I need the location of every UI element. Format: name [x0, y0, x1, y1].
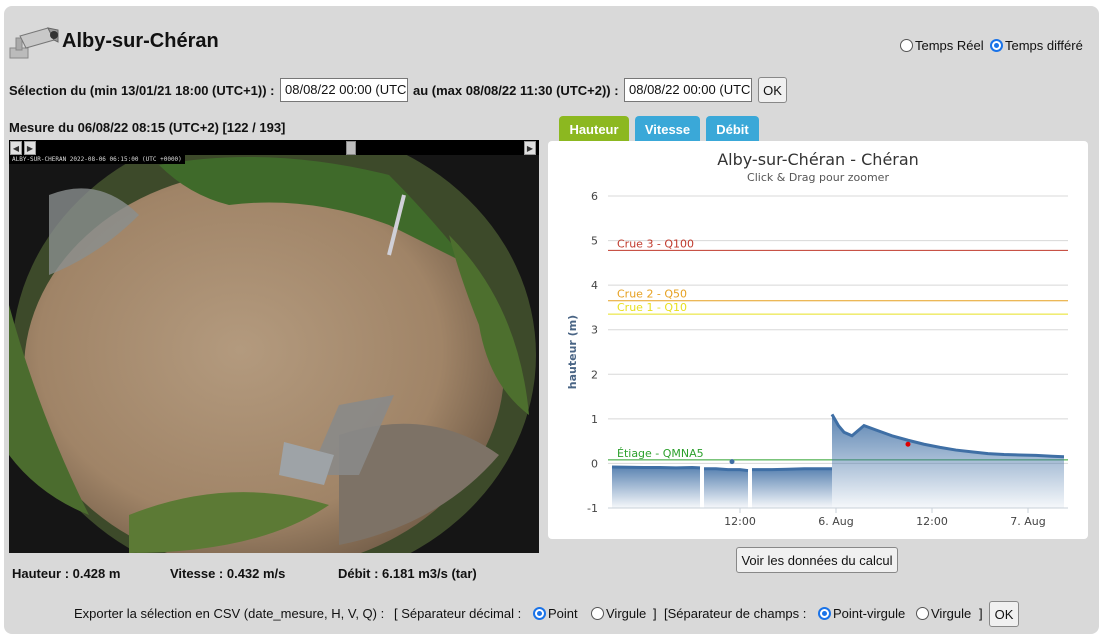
- scroll-next-icon[interactable]: ▶: [524, 141, 536, 155]
- mode-deferred-option[interactable]: Temps différé: [990, 38, 1083, 53]
- field-pointvirgule-label: Point-virgule: [833, 606, 906, 621]
- field-virgule-label: Virgule: [931, 606, 972, 621]
- field-virgule-option[interactable]: Virgule: [916, 606, 971, 621]
- radio-field-virgule[interactable]: [916, 607, 929, 620]
- series-area: [832, 414, 1064, 508]
- camera-image-drawing: [9, 155, 539, 553]
- decimal-virgule-label: Virgule: [606, 606, 647, 621]
- decimal-point-label: Point: [548, 606, 578, 621]
- camera-icon: [9, 27, 59, 59]
- decimal-virgule-option[interactable]: Virgule: [591, 606, 646, 621]
- y-tick-label: 1: [591, 413, 598, 426]
- hauteur-value: Hauteur : 0.428 m: [12, 566, 121, 581]
- chart-title: Alby-sur-Chéran - Chéran: [717, 150, 919, 169]
- radio-field-pointvirgule[interactable]: [818, 607, 831, 620]
- x-tick-label: 12:00: [724, 515, 756, 528]
- tab-debit[interactable]: Débit: [706, 116, 759, 142]
- highlight-point: [729, 459, 735, 465]
- y-tick-label: -1: [587, 502, 598, 515]
- threshold-label: Étiage - QMNA5: [617, 447, 704, 460]
- to-date-input[interactable]: 08/08/22 00:00 (UTC+2): [624, 78, 752, 102]
- image-scrollbar[interactable]: ◀ ▶ ▶: [9, 140, 539, 156]
- y-tick-label: 0: [591, 457, 598, 470]
- series-area: [612, 466, 700, 508]
- threshold-label: Crue 1 - Q10: [617, 301, 687, 314]
- field-separator-label: [Séparateur de champs :: [664, 606, 807, 621]
- vitesse-value: Vitesse : 0.432 m/s: [170, 566, 286, 581]
- series-area: [752, 468, 832, 508]
- mode-deferred-label: Temps différé: [1005, 38, 1083, 53]
- chart-subtitle: Click & Drag pour zoomer: [747, 171, 889, 184]
- bracket-close-2: ]: [979, 606, 983, 621]
- radio-decimal-point[interactable]: [533, 607, 546, 620]
- from-date-input[interactable]: 08/08/22 00:00 (UTC+2): [280, 78, 408, 102]
- measure-title: Mesure du 06/08/22 08:15 (UTC+2) [122 / …: [9, 120, 286, 135]
- export-label: Exporter la sélection en CSV (date_mesur…: [74, 606, 385, 621]
- camera-timestamp: ALBY-SUR-CHERAN 2022-08-06 06:15:00 (UTC…: [9, 155, 185, 164]
- y-tick-label: 2: [591, 368, 598, 381]
- series-line: [752, 467, 832, 472]
- x-tick-label: 6. Aug: [818, 515, 853, 528]
- x-tick-label: 12:00: [916, 515, 948, 528]
- radio-decimal-virgule[interactable]: [591, 607, 604, 620]
- radio-realtime[interactable]: [900, 39, 913, 52]
- y-tick-label: 3: [591, 324, 598, 337]
- decimal-separator-label: [ Séparateur décimal :: [394, 606, 522, 621]
- hauteur-chart[interactable]: Alby-sur-Chéran - Chéran Click & Drag pou…: [548, 141, 1088, 539]
- page-title: Alby-sur-Chéran: [62, 30, 219, 52]
- selection-from-label: Sélection du (min 13/01/21 18:00 (UTC+1)…: [9, 83, 275, 98]
- y-tick-label: 4: [591, 279, 598, 292]
- field-pointvirgule-option[interactable]: Point-virgule: [818, 606, 905, 621]
- selection-to-label: au (max 08/08/22 11:30 (UTC+2)) :: [413, 83, 619, 98]
- y-tick-label: 6: [591, 190, 598, 203]
- radio-deferred[interactable]: [990, 39, 1003, 52]
- voir-donnees-button[interactable]: Voir les données du calcul: [736, 547, 898, 573]
- x-tick-label: 7. Aug: [1010, 515, 1045, 528]
- scroll-prev-icon[interactable]: ▶: [24, 141, 36, 155]
- export-ok-button[interactable]: OK: [989, 601, 1019, 627]
- decimal-point-option[interactable]: Point: [533, 606, 578, 621]
- scroll-thumb[interactable]: [346, 141, 356, 155]
- tab-vitesse[interactable]: Vitesse: [635, 116, 700, 142]
- selection-ok-button[interactable]: OK: [758, 77, 787, 103]
- highlight-point: [905, 441, 911, 447]
- series-area: [704, 468, 748, 508]
- debit-value: Débit : 6.181 m3/s (tar): [338, 566, 477, 581]
- mode-realtime-option[interactable]: Temps Réel: [900, 38, 984, 53]
- bracket-close-1: ]: [653, 606, 657, 621]
- y-axis-label: hauteur (m): [566, 315, 579, 389]
- y-tick-label: 5: [591, 235, 598, 248]
- series-line: [611, 465, 701, 470]
- threshold-label: Crue 2 - Q50: [617, 288, 687, 301]
- tab-hauteur[interactable]: Hauteur: [559, 116, 629, 142]
- camera-image: ALBY-SUR-CHERAN 2022-08-06 06:15:00 (UTC…: [9, 155, 539, 553]
- scroll-first-icon[interactable]: ◀: [10, 141, 22, 155]
- chart-container[interactable]: Alby-sur-Chéran - Chéran Click & Drag pou…: [548, 141, 1088, 539]
- mode-realtime-label: Temps Réel: [915, 38, 984, 53]
- threshold-label: Crue 3 - Q100: [617, 237, 694, 250]
